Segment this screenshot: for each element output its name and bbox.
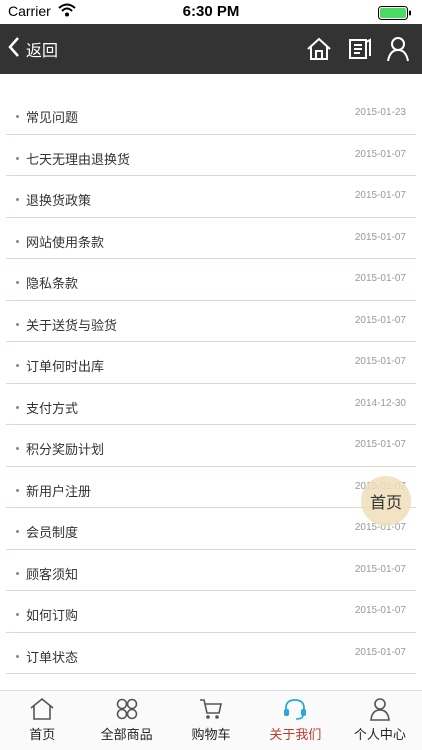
item-date: 2015-01-07 (354, 439, 406, 450)
list-item[interactable]: 会员制度 2015-01-07 (6, 508, 416, 550)
headset-icon (282, 697, 308, 721)
bullet-icon (16, 364, 19, 367)
status-time: 6:30 PM (182, 3, 240, 20)
tab-all-products[interactable]: 全部商品 (84, 691, 168, 750)
item-title: 七天无理由退换货 (26, 152, 131, 168)
list-item[interactable]: 新用户注册2015-01-07 (6, 467, 416, 508)
bullet-icon (16, 654, 19, 658)
item-title: 网站使用条款 (26, 235, 105, 251)
item-title: 常见问题 (26, 111, 79, 126)
item-date: 2015-01-07 (354, 231, 406, 243)
item-date: 2014-12-30 (354, 397, 406, 409)
list-item[interactable]: 网站使用条款 2015-01-07 (6, 218, 416, 259)
tab-personal-center[interactable]: 个人中心 (338, 691, 422, 750)
bullet-icon (16, 447, 19, 450)
list-item[interactable]: 顾客须知 2015-01-07 (6, 550, 416, 591)
list-item[interactable]: 常见问题 2015-01-23 (6, 93, 416, 135)
tab-label: 首页 (29, 728, 56, 743)
cart-icon (198, 697, 224, 721)
item-date: 2015-01-07 (354, 563, 406, 575)
item-title: 积分奖励计划 (26, 443, 105, 458)
item-title: 退换货政策 (26, 194, 92, 209)
item-date: 2015-01-07 (354, 314, 406, 326)
status-bar: Carrier 6:30 PM (0, 0, 422, 24)
user-icon[interactable] (386, 36, 410, 66)
tab-bar: 首页 全部商品 购物车 关于我们 个人中心 (0, 690, 422, 750)
item-date: 2015-01-07 (354, 273, 406, 284)
bullet-icon (16, 405, 19, 409)
item-date: 2015-01-07 (354, 356, 406, 367)
bullet-icon (16, 530, 19, 533)
battery-icon (378, 5, 414, 24)
item-title: 支付方式 (26, 401, 79, 417)
home-icon (29, 697, 55, 721)
tab-label: 全部商品 (100, 728, 153, 743)
item-title: 隐私条款 (26, 277, 79, 292)
item-date: 2015-01-07 (354, 190, 406, 201)
bullet-icon (16, 281, 19, 284)
tab-label: 个人中心 (353, 728, 406, 743)
grid-icon (114, 697, 140, 721)
chevron-left-icon (8, 36, 20, 62)
list-icon[interactable] (346, 36, 372, 66)
item-title: 新用户注册 (26, 484, 92, 500)
item-title: 会员制度 (26, 526, 79, 541)
list-item[interactable]: 隐私条款 2015-01-07 (6, 259, 416, 301)
list-item[interactable]: 订单何时出库 2015-01-07 (6, 342, 416, 384)
item-title: 如何订购 (26, 609, 79, 624)
home-icon[interactable] (306, 36, 332, 66)
item-title: 订单状态 (26, 650, 79, 666)
bullet-icon (16, 198, 19, 201)
list-item[interactable]: 支付方式 2014-12-30 (6, 384, 416, 425)
list-item[interactable]: 退换货政策 2015-01-07 (6, 176, 416, 218)
floating-home-button[interactable]: 首页 (361, 476, 411, 526)
list-item[interactable]: 如何订购 2015-01-07 (6, 591, 416, 633)
article-list: 常见问题 2015-01-23 七天无理由退换货 2015-01-07 退换货政策 2… (6, 93, 416, 674)
back-button[interactable]: 返回 (8, 36, 58, 62)
item-date: 2015-01-23 (354, 107, 406, 118)
tab-label: 关于我们 (269, 728, 322, 743)
list-item[interactable]: 订单状态 2015-01-07 (6, 633, 416, 674)
tab-home[interactable]: 首页 (0, 691, 84, 750)
bullet-icon (16, 239, 19, 243)
bullet-icon (16, 571, 19, 575)
list-item[interactable]: 七天无理由退换货 2015-01-07 (6, 135, 416, 176)
item-title: 顾客须知 (26, 567, 79, 583)
item-date: 2015-01-07 (354, 646, 406, 658)
bullet-icon (16, 322, 19, 326)
item-title: 关于送货与验货 (26, 318, 118, 334)
bullet-icon (16, 613, 19, 616)
item-title: 订单何时出库 (26, 360, 105, 375)
bullet-icon (16, 115, 19, 118)
nav-bar: 返回 (0, 24, 422, 74)
tab-about-us[interactable]: 关于我们 (253, 691, 337, 750)
bullet-icon (16, 156, 19, 160)
tab-cart[interactable]: 购物车 (169, 691, 253, 750)
item-date: 2015-01-07 (354, 148, 406, 160)
bullet-icon (16, 488, 19, 492)
list-item[interactable]: 积分奖励计划 2015-01-07 (6, 425, 416, 467)
back-label: 返回 (26, 41, 59, 60)
list-item[interactable]: 关于送货与验货 2015-01-07 (6, 301, 416, 342)
user-icon (367, 697, 393, 721)
tab-label: 购物车 (191, 728, 231, 743)
item-date: 2015-01-07 (354, 605, 406, 616)
